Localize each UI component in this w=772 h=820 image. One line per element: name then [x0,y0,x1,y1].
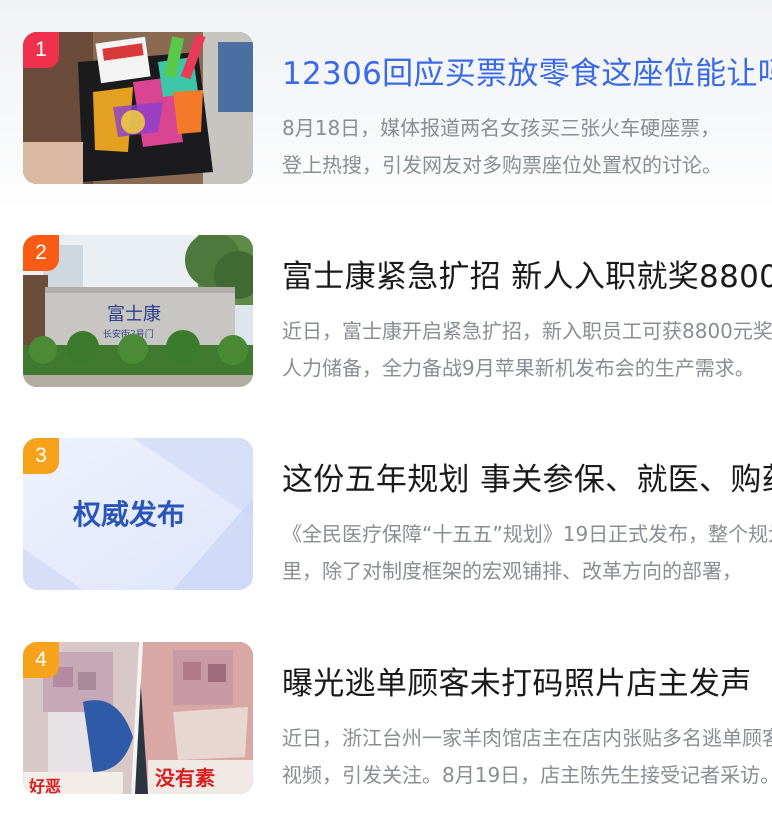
banner-text: 权威发布 [72,498,185,531]
news-summary: 《全民医疗保障“十五五”规划》19日正式发布，整个规划 里，除了对制度框架的宏观… [282,516,772,590]
news-thumbnail[interactable]: 1 [23,32,253,184]
rank-badge: 1 [23,32,59,68]
news-item-1[interactable]: 1 12306回应买票放零食这座位能让吗 8月18日，媒体报道两名女孩买三张火车… [0,32,772,192]
summary-line: 登上热搜，引发网友对多购票座位处置权的讨论。 [282,153,722,177]
news-summary: 近日，富士康开启紧急扩招，新入职员工可获8800元奖 人力储备，全力备战9月苹果… [282,313,772,387]
news-item-3[interactable]: 权威发布 3 这份五年规划 事关参保、就医、购药 《全民医疗保障“十五五”规划》… [0,438,772,598]
summary-line: 人力储备，全力备战9月苹果新机发布会的生产需求。 [282,356,755,380]
news-thumbnail[interactable]: 富士康 长安街3号门 2 [23,235,253,387]
news-title[interactable]: 曝光逃单顾客未打码照片店主发声 [282,658,752,703]
news-item-4[interactable]: 没有素 好恶 4 曝光逃单顾客未打码照片店主发声 近日，浙江台州一家羊肉馆店主在… [0,642,772,802]
news-title[interactable]: 12306回应买票放零食这座位能让吗 [282,48,772,93]
rank-badge: 3 [23,438,59,474]
summary-line: 视频，引发关注。8月19日，店主陈先生接受记者采访。 [282,763,772,787]
summary-line: 《全民医疗保障“十五五”规划》19日正式发布，整个规划 [282,522,772,546]
news-item-2[interactable]: 富士康 长安街3号门 2 富士康紧急扩招 新人入职就奖8800元 近日，富士康开… [0,235,772,395]
rank-badge: 2 [23,235,59,271]
hot-news-list: 1 12306回应买票放零食这座位能让吗 8月18日，媒体报道两名女孩买三张火车… [0,0,772,820]
sign-text: 没有素 [155,766,215,790]
summary-line: 里，除了对制度框架的宏观铺排、改革方向的部署， [282,559,742,583]
summary-line: 近日，浙江台州一家羊肉馆店主在店内张贴多名逃单顾客 [282,726,772,750]
rank-badge: 4 [23,642,59,678]
news-title[interactable]: 这份五年规划 事关参保、就医、购药 [282,454,772,499]
news-summary: 近日，浙江台州一家羊肉馆店主在店内张贴多名逃单顾客 视频，引发关注。8月19日，… [282,720,772,794]
news-thumbnail[interactable]: 权威发布 3 [23,438,253,590]
sign-text: 好恶 [28,777,61,794]
summary-line: 近日，富士康开启紧急扩招，新入职员工可获8800元奖 [282,319,772,343]
sign-text: 富士康 [107,304,161,325]
news-summary: 8月18日，媒体报道两名女孩买三张火车硬座票， 登上热搜，引发网友对多购票座位处… [282,110,722,184]
news-title[interactable]: 富士康紧急扩招 新人入职就奖8800元 [282,251,772,296]
summary-line: 8月18日，媒体报道两名女孩买三张火车硬座票， [282,116,721,140]
news-thumbnail[interactable]: 没有素 好恶 4 [23,642,253,794]
